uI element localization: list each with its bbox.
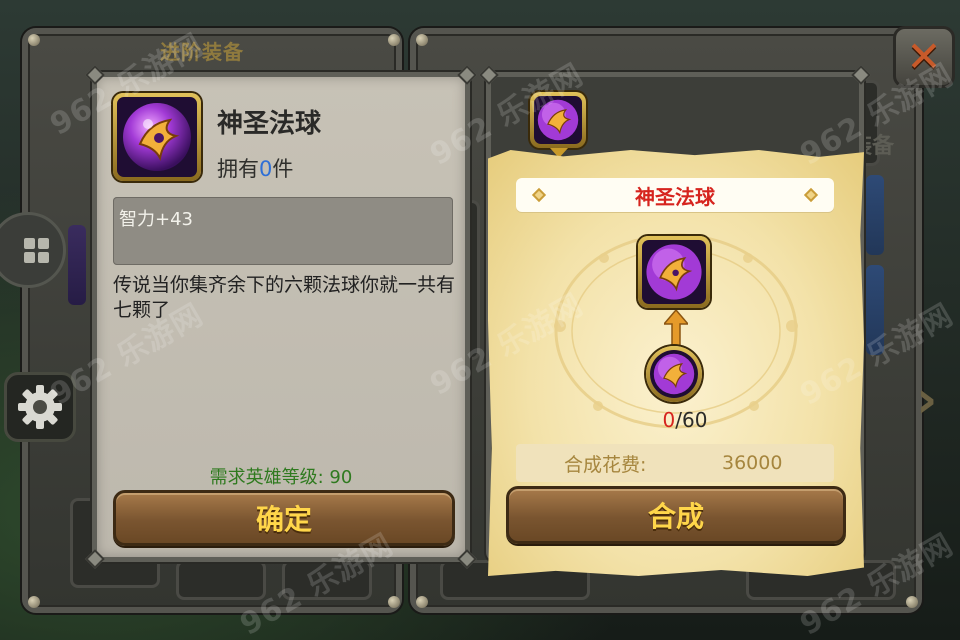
craft-cost-bar: 合成花费: 36000 <box>516 444 834 482</box>
item-icon <box>113 93 201 181</box>
rivet <box>28 596 40 608</box>
holy-orb-icon <box>646 244 702 300</box>
background-item-strip <box>68 225 86 305</box>
settings-button[interactable] <box>4 372 76 442</box>
holy-orb-icon <box>537 99 579 141</box>
selected-item-slot[interactable] <box>530 92 586 148</box>
confirm-button[interactable]: 确定 <box>113 490 455 546</box>
owned-prefix: 拥有 <box>217 157 259 181</box>
recipe-title: 神圣法球 <box>635 184 715 209</box>
gear-icon <box>18 385 62 429</box>
background-equipment-slot <box>282 560 372 600</box>
stat-box: 智力+43 <box>113 197 453 265</box>
craft-target-item[interactable] <box>638 236 710 308</box>
close-icon: ✕ <box>906 32 942 81</box>
rivet <box>388 596 400 608</box>
craft-cost-value: 36000 <box>722 452 783 474</box>
fragment-current: 0 <box>662 408 676 432</box>
item-description: 传说当你集齐余下的六颗法球你就一共有七颗了 <box>113 274 456 321</box>
craft-fragment-item[interactable] <box>646 346 702 402</box>
fragment-total: /60 <box>675 408 708 432</box>
holy-orb-icon <box>123 103 191 171</box>
rivet <box>28 34 40 46</box>
craft-button[interactable]: 合成 <box>506 486 846 544</box>
background-equipment-slot <box>176 560 266 600</box>
item-info-panel: 神圣法球 拥有0件 智力+43 传说当你集齐余下的六颗法球你就一共有七颗了 需求… <box>85 65 477 569</box>
rivet <box>388 34 400 46</box>
arrow-up-icon <box>664 310 688 346</box>
rivet <box>906 596 918 608</box>
close-button[interactable]: ✕ <box>893 26 955 88</box>
grid-menu-icon <box>23 237 49 263</box>
background-star-strip <box>866 265 884 355</box>
chevron-right-icon[interactable]: › <box>916 370 937 430</box>
fragment-progress: 0/60 <box>620 408 750 432</box>
required-hero-level: 需求英雄等级: 90 <box>209 467 353 488</box>
owned-count: 0 <box>259 157 273 181</box>
recipe-title-bar: 神圣法球 <box>516 178 834 212</box>
orb-fragment-icon <box>653 353 695 395</box>
stat-value: 智力+43 <box>119 209 193 230</box>
owned-suffix: 件 <box>272 157 294 181</box>
rivet <box>416 596 428 608</box>
item-name: 神圣法球 <box>217 109 322 139</box>
craft-cost-label: 合成花费: <box>564 453 647 476</box>
background-star-strip <box>866 175 884 255</box>
owned-count-line: 拥有0件 <box>217 153 293 183</box>
background-panel-title: 进阶装备 <box>160 40 244 64</box>
rivet <box>416 34 428 46</box>
